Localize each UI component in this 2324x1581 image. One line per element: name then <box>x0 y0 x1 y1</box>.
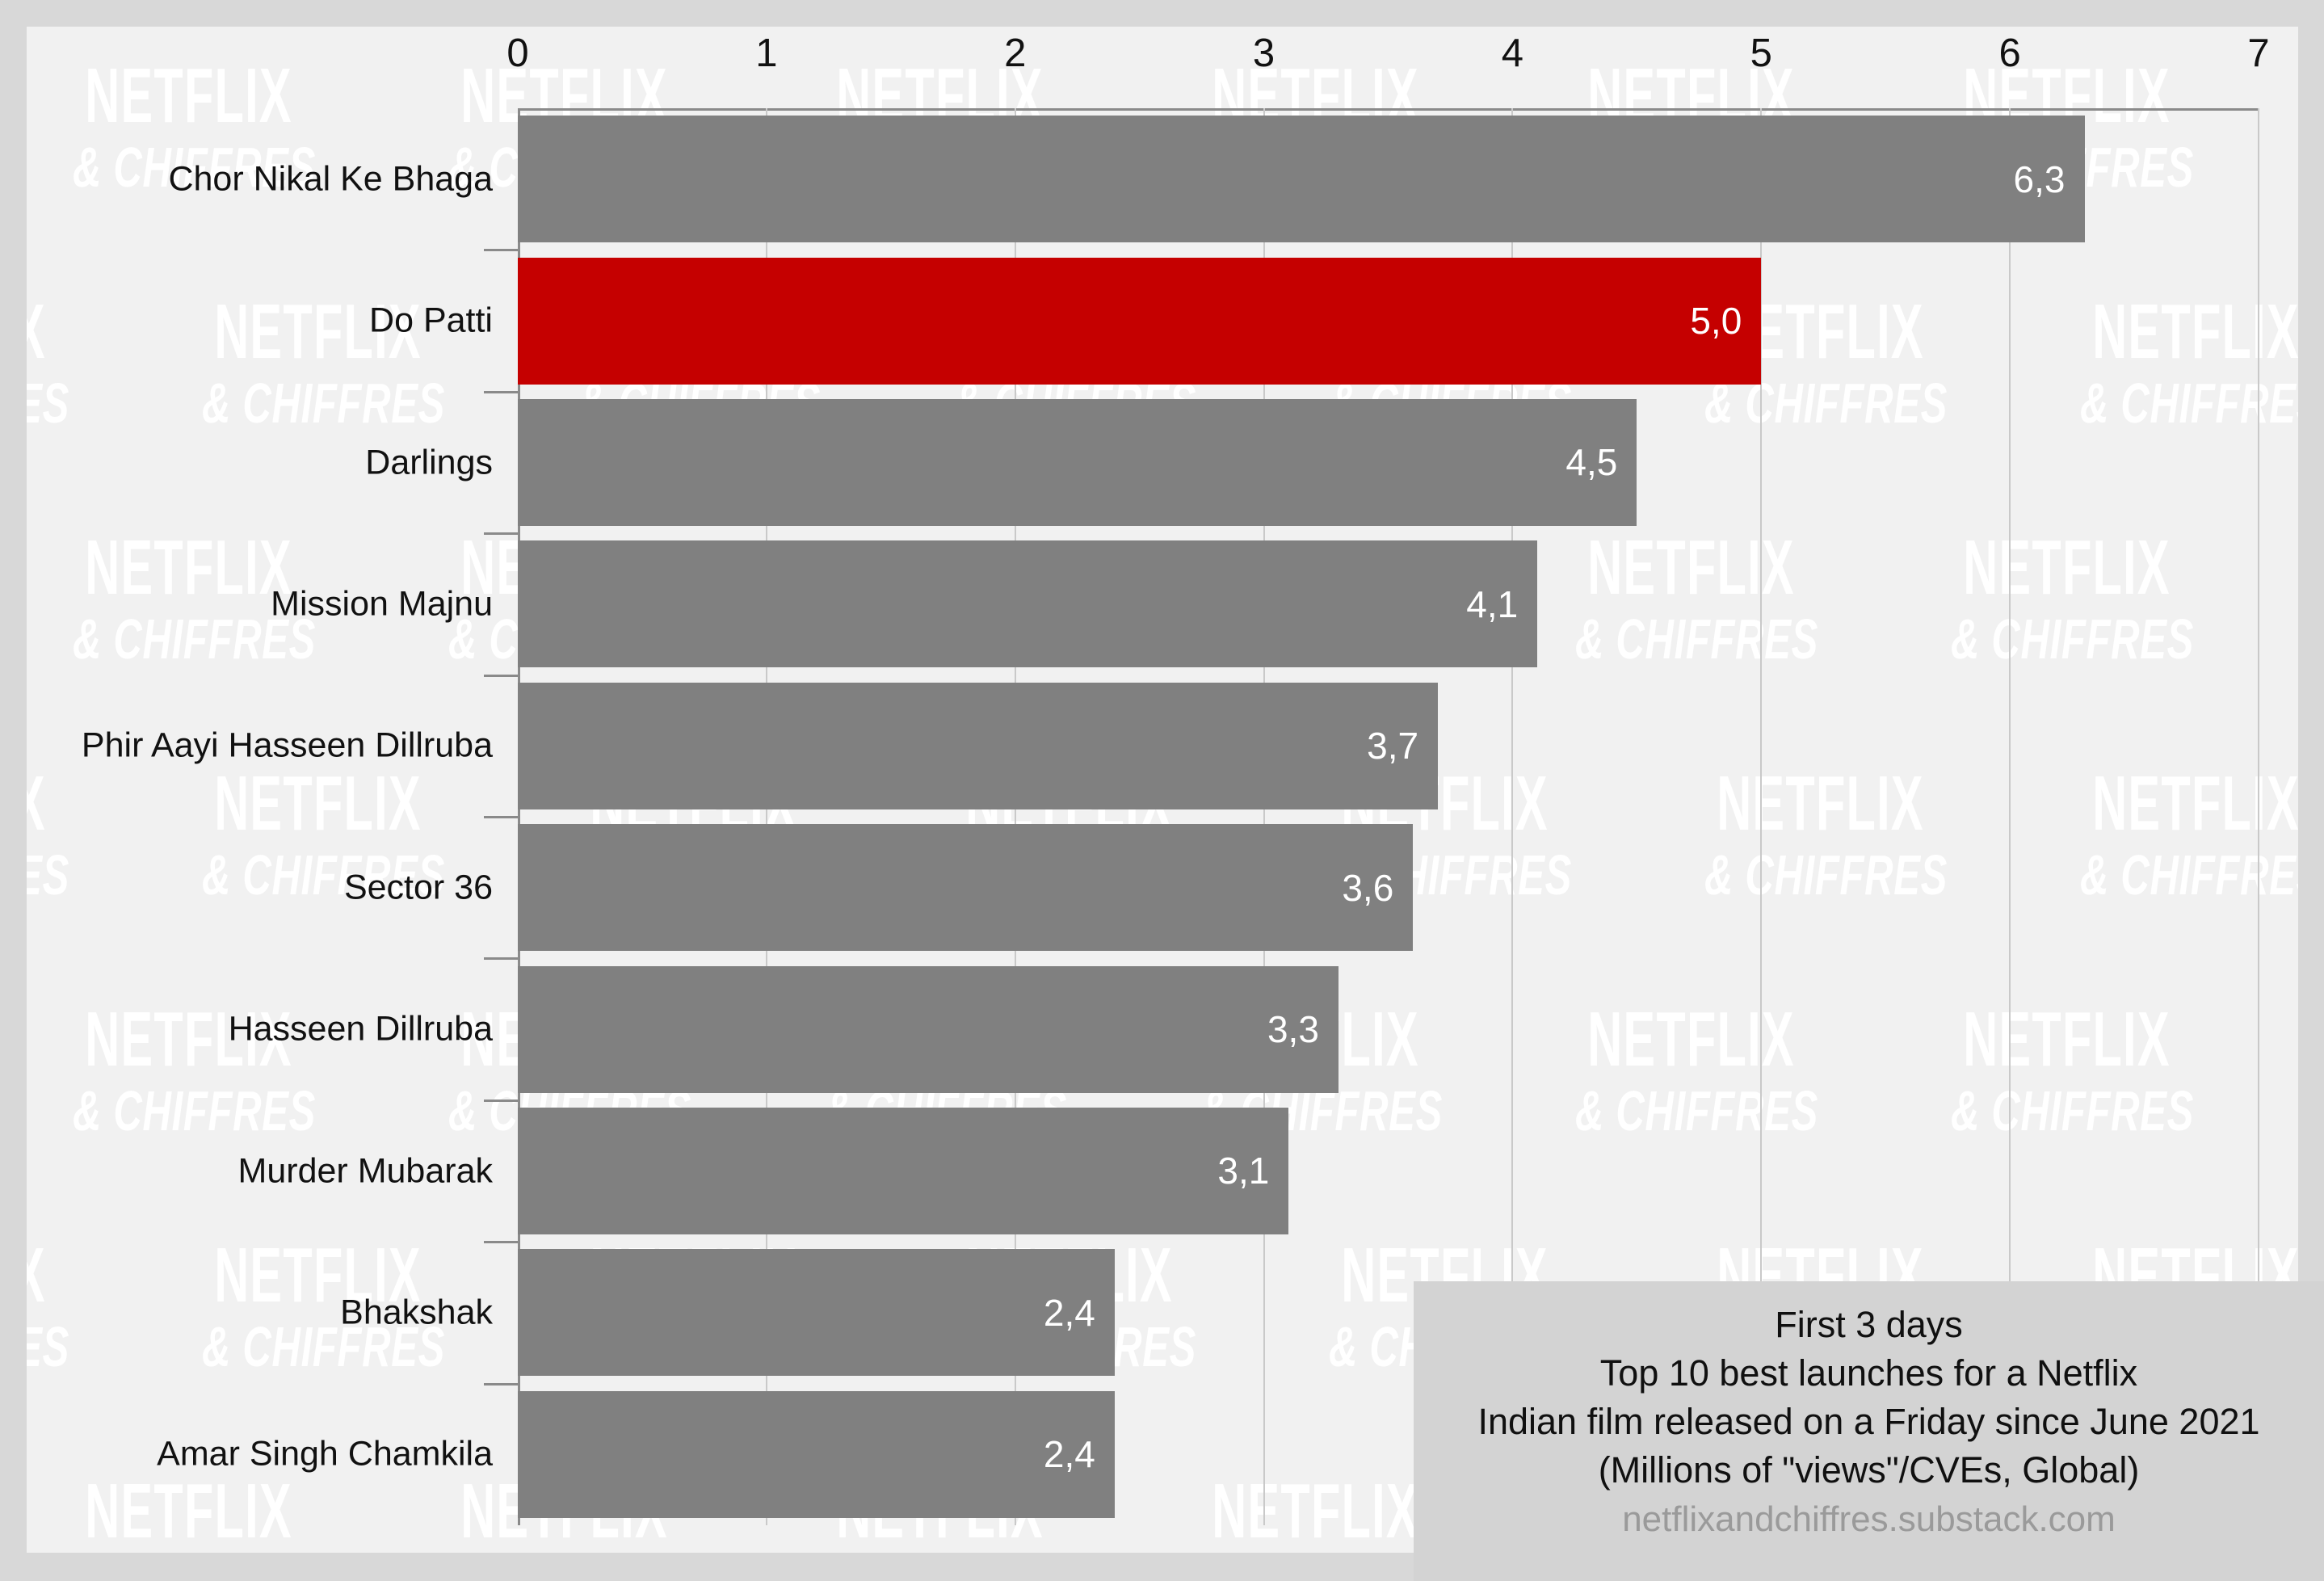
category-label-sector-36: Sector 36 <box>343 868 493 907</box>
bar-sector-36[interactable]: 3,6 <box>518 824 1414 952</box>
watermark-line-2: & CHIFFRES <box>27 843 69 907</box>
watermark-line-2: & CHIFFRES <box>27 372 69 435</box>
watermark: NETFLIX& CHIFFRES <box>2280 531 2298 666</box>
bar-band: 3,3 <box>518 958 2259 1100</box>
bar-value-label: 2,4 <box>1043 1291 1095 1334</box>
category-label-chor-nikal-ke-bhaga: Chor Nikal Ke Bhaga <box>168 159 493 199</box>
x-tick-label-4: 4 <box>1501 32 1524 75</box>
y-axis-tick <box>484 816 518 818</box>
x-tick-label-1: 1 <box>755 32 778 75</box>
x-tick-label-5: 5 <box>1750 32 1772 75</box>
x-tick-label-6: 6 <box>1998 32 2021 75</box>
category-label-do-patti: Do Patti <box>369 301 493 340</box>
bar-value-label: 6,3 <box>2013 158 2066 200</box>
bar-band: 3,1 <box>518 1100 2259 1242</box>
caption-line-2: Indian film released on a Friday since J… <box>1477 1401 2260 1442</box>
watermark: NETFLIX & CHIFFRES <box>27 292 87 435</box>
bar-value-label: 3,3 <box>1267 1008 1319 1051</box>
watermark-line-1: NETFLIX <box>27 292 45 370</box>
caption-line-1: Top 10 best launches for a Netflix <box>1599 1352 2138 1394</box>
bar-value-label: 4,1 <box>1466 582 1519 625</box>
bar-value-label: 3,1 <box>1217 1150 1270 1192</box>
bar-value-label: 3,7 <box>1367 725 1419 767</box>
bar-hasseen-dillruba[interactable]: 3,3 <box>518 965 1339 1093</box>
category-label-phir-aayi-hasseen-dillruba: Phir Aayi Hasseen Dillruba <box>81 725 493 765</box>
bar-value-label: 5,0 <box>1690 300 1742 343</box>
caption-line-0: First 3 days <box>1775 1304 1963 1345</box>
watermark-line-1: NETFLIX <box>27 1236 45 1314</box>
watermark: NETFLIX& CHIFFRES <box>27 764 87 907</box>
bar-darlings[interactable]: 4,5 <box>518 399 1637 526</box>
bar-value-label: 3,6 <box>1342 866 1394 909</box>
bar-bhakshak[interactable]: 2,4 <box>518 1249 1115 1377</box>
x-axis-tick-labels: 0 1 2 3 4 5 6 7 <box>506 27 2269 108</box>
x-tick-label-0: 0 <box>506 32 529 75</box>
y-axis-tick <box>484 1241 518 1244</box>
category-label-amar-singh-chamkila: Amar Singh Chamkila <box>157 1434 493 1474</box>
x-tick-label-2: 2 <box>1004 32 1027 75</box>
bar-chor-nikal-ke-bhaga[interactable]: 6,3 <box>518 116 2085 243</box>
watermark: NETFLIX& CHIFFRES <box>27 1468 334 1553</box>
watermark-line-1: NETFLIX <box>85 524 292 611</box>
bar-band: 4,1 <box>518 533 2259 675</box>
category-label-darlings: Darlings <box>365 443 493 481</box>
y-axis-tick <box>484 1382 518 1385</box>
caption-line-3: (Millions of "views"/CVEs, Global) <box>1598 1449 2140 1491</box>
watermark: NETFLIX& CHIFFRES <box>2280 1003 2298 1138</box>
watermark-line-1: NETFLIX <box>85 53 292 139</box>
watermark-line-1: NETFLIX <box>27 764 45 842</box>
bar-band: 4,5 <box>518 392 2259 533</box>
watermark-line-1: NETFLIX <box>85 1468 292 1553</box>
bar-value-label: 2,4 <box>1043 1433 1095 1476</box>
bar-value-label: 4,5 <box>1565 441 1618 484</box>
watermark-line-1: NETFLIX <box>214 760 422 847</box>
bar-band: 6,3 <box>518 108 2259 250</box>
bar-band: 3,7 <box>518 675 2259 817</box>
y-axis-tick <box>484 532 518 536</box>
category-label-hasseen-dillruba: Hasseen Dillruba <box>228 1009 493 1049</box>
x-tick-label-7: 7 <box>2247 32 2270 75</box>
x-tick-label-3: 3 <box>1252 32 1275 75</box>
bar-band: 5,0 <box>518 250 2259 391</box>
bar-amar-singh-chamkila[interactable]: 2,4 <box>518 1390 1115 1518</box>
y-axis-tick <box>484 390 518 393</box>
y-axis-tick <box>484 1099 518 1102</box>
bar-murder-mubarak[interactable]: 3,1 <box>518 1108 1289 1234</box>
bar-mission-majnu[interactable]: 4,1 <box>518 540 1538 668</box>
bar-phir-aayi-hasseen-dillruba[interactable]: 3,7 <box>518 682 1439 809</box>
chart-figure: NETFLIX& CHIFFRESNETFLIX& CHIFFRESNETFLI… <box>0 0 2324 1581</box>
watermark-line-2: & CHIFFRES <box>73 1079 316 1143</box>
watermark: NETFLIX& CHIFFRES <box>27 1236 87 1379</box>
y-axis-tick <box>484 249 518 252</box>
y-axis-tick <box>484 674 518 677</box>
category-label-bhakshak: Bhakshak <box>340 1293 493 1332</box>
category-label-murder-mubarak: Murder Mubarak <box>237 1151 493 1190</box>
y-axis-tick <box>484 957 518 961</box>
watermark-line-2: & CHIFFRES <box>73 608 316 671</box>
watermark-line-2: & CHIFFRES <box>202 372 445 435</box>
caption-box: First 3 days Top 10 best launches for a … <box>1414 1281 2324 1581</box>
bar-do-patti[interactable]: 5,0 <box>518 257 1762 385</box>
category-label-mission-majnu: Mission Majnu <box>271 584 493 624</box>
watermark: NETFLIX& CHIFFRES <box>2280 59 2298 195</box>
bar-band: 3,6 <box>518 817 2259 958</box>
source-link[interactable]: netflixandchiffres.substack.com <box>1622 1495 2116 1545</box>
watermark-line-2: & CHIFFRES <box>27 1315 69 1379</box>
